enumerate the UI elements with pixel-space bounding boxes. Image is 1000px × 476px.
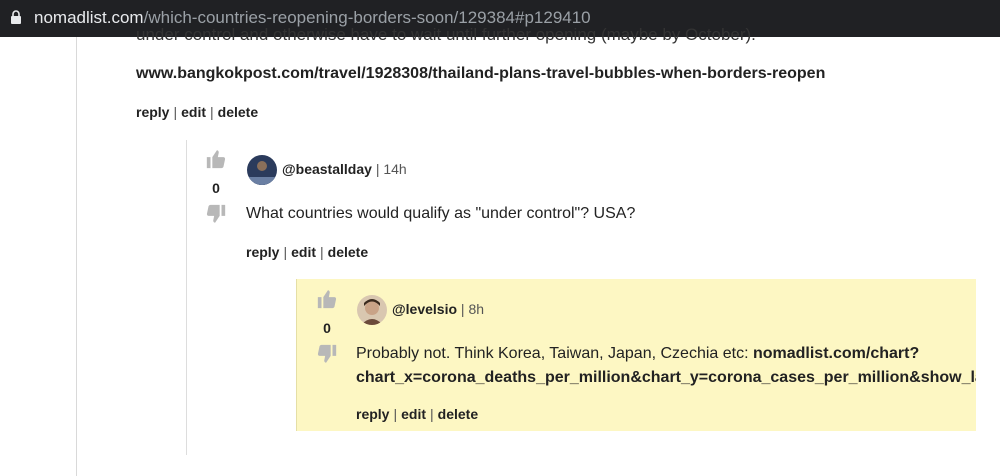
lock-icon bbox=[11, 10, 21, 24]
comment-actions: reply | edit | delete bbox=[356, 406, 478, 422]
reply-link[interactable]: reply bbox=[246, 244, 279, 260]
vote-count: 0 bbox=[323, 320, 331, 336]
thread-line bbox=[76, 37, 77, 476]
comment-header: @levelsio | 8h bbox=[392, 301, 484, 317]
username[interactable]: @levelsio bbox=[392, 301, 457, 317]
comment-text: Probably not. Think Korea, Taiwan, Japan… bbox=[356, 342, 976, 390]
username[interactable]: @beastallday bbox=[282, 161, 372, 177]
timestamp: 8h bbox=[468, 301, 485, 317]
reply-link[interactable]: reply bbox=[136, 104, 169, 120]
edit-link[interactable]: edit bbox=[291, 244, 316, 260]
separator: | bbox=[460, 301, 465, 317]
comment-text: What countries would qualify as "under c… bbox=[246, 205, 636, 222]
separator: | bbox=[173, 104, 178, 120]
separator: | bbox=[375, 161, 380, 177]
parent-post-actions: reply | edit | delete bbox=[136, 104, 258, 120]
edit-link[interactable]: edit bbox=[181, 104, 206, 120]
comment-levelsio: 0 @levelsio | 8h Probably not. Think Kor… bbox=[296, 279, 976, 431]
separator: | bbox=[210, 104, 214, 120]
comment-text-body: Probably not. Think Korea, Taiwan, Japan… bbox=[356, 345, 753, 362]
thumbs-down-icon[interactable] bbox=[316, 343, 338, 365]
parent-post-link[interactable]: www.bangkokpost.com/travel/1928308/thail… bbox=[136, 65, 825, 83]
chart-link-line2[interactable]: chart_x=corona_deaths_per_million&chart_… bbox=[356, 369, 976, 386]
url-host: nomadlist.com bbox=[34, 8, 144, 27]
comment-header: @beastallday | 14h bbox=[282, 161, 407, 177]
thumbs-up-icon[interactable] bbox=[316, 288, 338, 310]
chart-link-line1[interactable]: nomadlist.com/chart? bbox=[753, 345, 919, 362]
vote-count: 0 bbox=[212, 180, 220, 196]
separator: | bbox=[320, 244, 324, 260]
separator: | bbox=[283, 244, 288, 260]
avatar[interactable] bbox=[247, 155, 277, 185]
thumbs-up-icon[interactable] bbox=[205, 148, 227, 170]
delete-link[interactable]: delete bbox=[438, 406, 478, 422]
timestamp: 14h bbox=[383, 161, 407, 177]
reply-link[interactable]: reply bbox=[356, 406, 389, 422]
delete-link[interactable]: delete bbox=[328, 244, 368, 260]
delete-link[interactable]: delete bbox=[218, 104, 258, 120]
separator: | bbox=[393, 406, 398, 422]
thumbs-down-icon[interactable] bbox=[205, 203, 227, 225]
avatar[interactable] bbox=[357, 295, 387, 325]
separator: | bbox=[430, 406, 434, 422]
edit-link[interactable]: edit bbox=[401, 406, 426, 422]
comment-actions: reply | edit | delete bbox=[246, 244, 368, 260]
parent-post-text: under control and otherwise have to wait… bbox=[136, 25, 756, 44]
